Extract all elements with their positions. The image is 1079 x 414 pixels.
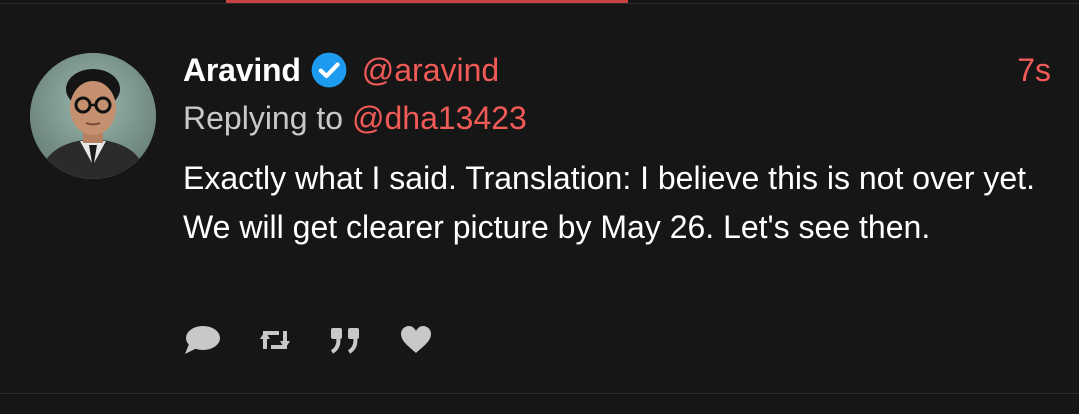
bottom-divider [0, 393, 1079, 394]
heart-icon[interactable] [399, 325, 433, 360]
avatar[interactable] [30, 53, 156, 179]
author-handle[interactable]: @aravind [362, 52, 499, 89]
tweet-actions [183, 324, 433, 361]
speech-bubble-icon[interactable] [183, 324, 221, 361]
verified-badge-icon [310, 51, 348, 89]
retweet-icon[interactable] [257, 325, 293, 360]
tweet-text: Exactly what I said. Translation: I beli… [183, 160, 1035, 245]
replying-to-line: Replying to @dha13423 [183, 100, 527, 137]
reply-handle-link[interactable]: @dha13423 [352, 100, 527, 136]
tweet-screen: Aravind @aravind 7s Replying to @dha1342… [0, 0, 1079, 414]
author-name[interactable]: Aravind [183, 52, 301, 89]
tweet-card[interactable]: Aravind @aravind 7s Replying to @dha1342… [0, 4, 1079, 393]
avatar-portrait-image [30, 53, 156, 179]
quote-icon[interactable] [329, 325, 363, 360]
tweet-header: Aravind @aravind 7s [183, 47, 1051, 93]
replying-to-label: Replying to [183, 100, 344, 136]
tweet-timestamp[interactable]: 7s [1017, 52, 1051, 89]
